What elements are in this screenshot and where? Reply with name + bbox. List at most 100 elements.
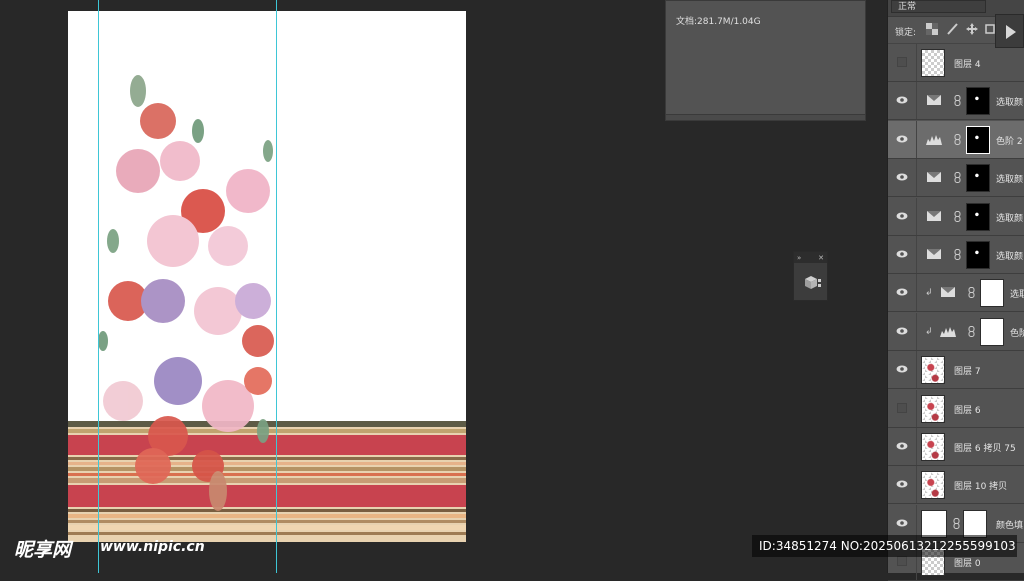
layer-thumbnail[interactable] (921, 49, 945, 77)
selective-color-icon[interactable] (926, 171, 942, 183)
fill-thumbnail[interactable] (921, 509, 947, 538)
layer-row[interactable]: 选取颜 (888, 236, 1024, 274)
link-chain-icon[interactable] (968, 287, 975, 299)
visibility-eye-icon[interactable] (896, 95, 908, 105)
panel-resize-grip[interactable] (666, 114, 865, 120)
layer-mask-thumbnail[interactable] (966, 125, 990, 154)
selective-color-icon[interactable] (940, 286, 956, 298)
collapsed-panel-bar: » ✕ (794, 252, 827, 263)
layer-name[interactable]: 图层 10 拷贝 (954, 479, 1007, 492)
layer-row[interactable]: 选取颜 (888, 197, 1024, 236)
divider (916, 44, 917, 81)
visibility-eye-icon[interactable] (896, 364, 908, 374)
divider (916, 351, 917, 389)
link-chain-icon[interactable] (954, 249, 961, 260)
layer-name[interactable]: 选取颜 (996, 172, 1023, 185)
guide-line-left[interactable] (98, 0, 99, 573)
clipping-arrow-icon: ↲ (925, 326, 933, 337)
layer-name[interactable]: 选取颜 (996, 211, 1023, 224)
layer-row[interactable]: ↲ 色阶 (888, 312, 1024, 351)
visibility-eye-icon[interactable] (896, 326, 908, 336)
link-chain-icon[interactable] (954, 133, 961, 145)
divider (916, 159, 917, 197)
layer-thumbnail[interactable] (921, 356, 945, 385)
selective-color-icon[interactable] (926, 248, 942, 260)
lock-brush-icon[interactable] (946, 23, 958, 35)
divider (916, 197, 917, 235)
play-icon (1006, 25, 1016, 39)
layer-name[interactable]: 选取颜 (996, 249, 1023, 262)
layer-name[interactable]: 图层 4 (954, 57, 981, 70)
layer-mask-thumbnail[interactable] (966, 164, 990, 193)
guide-line-right[interactable] (276, 0, 277, 573)
visibility-eye-icon[interactable] (896, 441, 908, 451)
visibility-eye-icon[interactable] (896, 287, 908, 297)
visibility-eye-icon[interactable] (896, 134, 908, 144)
expand-icon[interactable]: » (797, 254, 801, 262)
layer-row[interactable]: 色阶 2 (888, 120, 1024, 159)
levels-icon[interactable] (940, 325, 956, 337)
layer-row[interactable]: 图层 4 (888, 44, 1024, 82)
blend-mode-select[interactable]: 正常 (891, 0, 986, 13)
layer-name[interactable]: 选取颜 (996, 95, 1023, 108)
document-canvas[interactable] (68, 11, 466, 542)
actions-panel-button[interactable] (995, 14, 1024, 48)
layer-row[interactable]: 图层 6 拷贝 75 (888, 428, 1024, 466)
visibility-eye-icon[interactable] (896, 211, 908, 221)
divider (916, 274, 917, 312)
link-chain-icon[interactable] (954, 172, 961, 184)
id-bar: ID:34851274 NO:20250613212255599103 (752, 535, 1017, 557)
watermark-logo: 昵享网 (14, 539, 72, 561)
visibility-toggle-empty[interactable] (897, 402, 907, 413)
visibility-eye-icon[interactable] (896, 172, 908, 182)
link-chain-icon[interactable] (953, 517, 960, 529)
layer-name[interactable]: 图层 6 (954, 403, 981, 416)
lock-move-icon[interactable] (966, 23, 978, 35)
layer-row[interactable]: 选取颜 (888, 82, 1024, 121)
layer-thumbnail[interactable] (921, 394, 945, 423)
lock-transparency-icon[interactable] (926, 23, 938, 35)
layer-name[interactable]: 图层 7 (954, 364, 981, 377)
floral-artwork (68, 75, 466, 542)
visibility-toggle-empty[interactable] (897, 556, 907, 567)
layer-name[interactable]: 图层 6 拷贝 75 (954, 441, 1016, 454)
link-chain-icon[interactable] (968, 325, 975, 337)
layer-mask-thumbnail[interactable] (966, 241, 990, 269)
layer-name[interactable]: 图层 0 (954, 556, 981, 569)
divider (916, 236, 917, 273)
visibility-toggle-empty[interactable] (897, 57, 907, 67)
layer-mask-thumbnail[interactable] (980, 317, 1004, 346)
layer-mask-thumbnail[interactable] (980, 279, 1004, 308)
layer-mask-thumbnail[interactable] (963, 509, 987, 538)
divider (916, 120, 917, 158)
doc-size-info: 文档:281.7M/1.04G (676, 17, 761, 27)
layer-row[interactable]: ↲ 选取 (888, 274, 1024, 313)
layer-row[interactable]: 选取颜 (888, 159, 1024, 198)
layer-mask-thumbnail[interactable] (966, 87, 990, 116)
lock-label: 锁定: (895, 28, 917, 38)
visibility-eye-icon[interactable] (896, 249, 908, 259)
layer-name[interactable]: 选取 (1010, 287, 1024, 300)
layer-name[interactable]: 色阶 2 (996, 134, 1023, 147)
3d-cube-icon[interactable] (803, 275, 821, 291)
layer-row[interactable]: 图层 10 拷贝 (888, 466, 1024, 505)
canvas-area[interactable]: 文档:281.7M/1.04G » ✕ (0, 0, 885, 573)
link-chain-icon[interactable] (954, 210, 961, 222)
selective-color-icon[interactable] (926, 210, 942, 222)
levels-icon[interactable] (926, 133, 942, 145)
close-icon[interactable]: ✕ (818, 254, 824, 262)
collapsed-panel: » ✕ (793, 251, 828, 301)
selective-color-icon[interactable] (926, 94, 942, 106)
link-chain-icon[interactable] (954, 95, 961, 107)
layer-row[interactable]: 图层 6 (888, 389, 1024, 428)
layer-thumbnail[interactable] (921, 433, 945, 461)
layer-row[interactable]: 图层 7 (888, 351, 1024, 390)
layer-name[interactable]: 颜色填 (996, 518, 1023, 531)
layer-mask-thumbnail[interactable] (966, 202, 990, 231)
layer-name[interactable]: 色阶 (1010, 326, 1024, 339)
visibility-eye-icon[interactable] (896, 518, 908, 528)
layer-thumbnail[interactable] (921, 471, 945, 500)
watermark-url: www.nipic.cn (100, 539, 205, 555)
divider (916, 389, 917, 427)
visibility-eye-icon[interactable] (896, 479, 908, 489)
